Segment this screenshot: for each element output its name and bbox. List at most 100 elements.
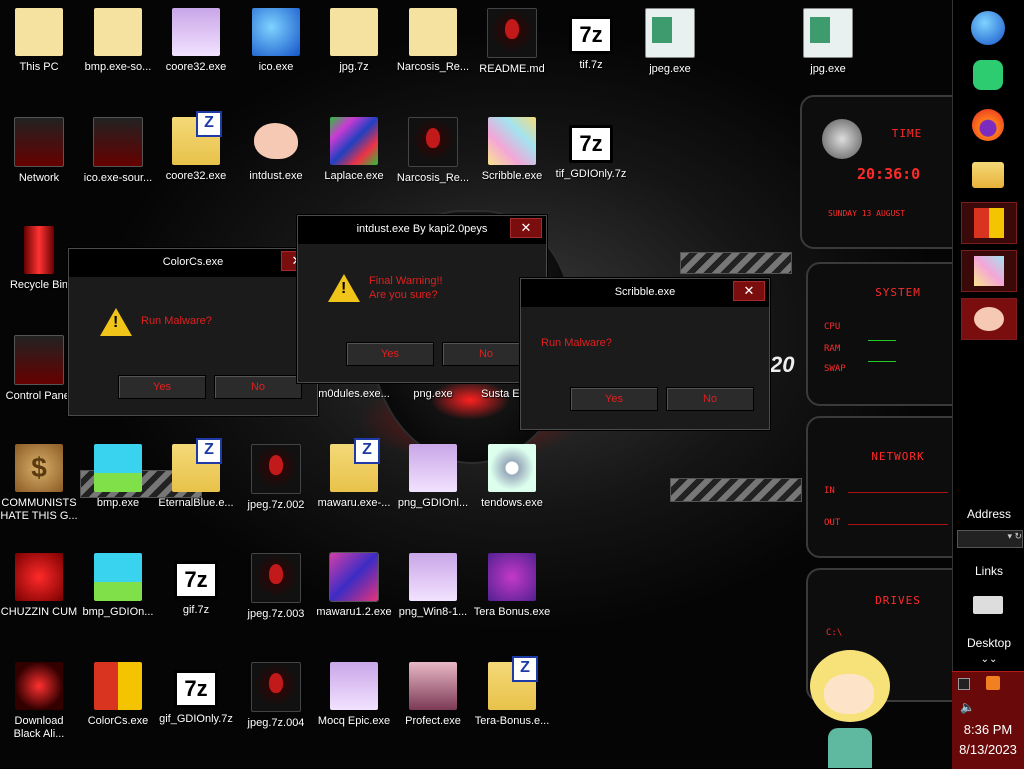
- desktop-icon[interactable]: Recycle Bin: [0, 222, 78, 322]
- desktop-icon[interactable]: png_Win8-1...: [394, 549, 472, 649]
- taskbar-explorer-button[interactable]: [961, 155, 1015, 195]
- desktop-icon[interactable]: 7z gif_GDIOnly.7z: [157, 658, 235, 758]
- widget-system-title: SYSTEM: [875, 286, 921, 299]
- desktop-icon[interactable]: mawaru1.2.exe: [315, 549, 393, 649]
- desktop-icon[interactable]: This PC: [0, 4, 78, 104]
- 7z-icon: 7z: [174, 670, 218, 708]
- desktop-icon[interactable]: Narcosis_Re...: [394, 113, 472, 213]
- desktop-icon[interactable]: README.md: [473, 4, 551, 104]
- desktop-icon[interactable]: Z Tera-Bonus.e...: [473, 656, 551, 758]
- desktop-icon[interactable]: tendows.exe: [473, 440, 551, 540]
- anime-icon: [330, 662, 378, 710]
- folder-icon: Z: [172, 111, 222, 165]
- scribble-no-button[interactable]: No: [666, 387, 754, 411]
- desktop-icon[interactable]: Narcosis_Re...: [394, 4, 472, 104]
- zip-badge-icon: Z: [196, 438, 222, 464]
- desktop: 20 TIME 20:36:0 SUNDAY 13 AUGUST SYSTEM …: [0, 0, 952, 768]
- colorcs-yes-button[interactable]: Yes: [118, 375, 206, 399]
- desktop-icon-label: Recycle Bin: [9, 279, 69, 291]
- widget-drives-panel: DRIVES C:\: [806, 568, 952, 702]
- desktop-icon[interactable]: bmp_GDIOn...: [79, 549, 157, 649]
- widget-network-panel: NETWORK IN OUT: [806, 416, 952, 558]
- desktop-icon[interactable]: Control Panel: [0, 331, 78, 431]
- scribble-yes-button[interactable]: Yes: [570, 387, 658, 411]
- taskbar-chat-button[interactable]: [961, 55, 1015, 95]
- desktop-icon[interactable]: jpeg.7z.003: [237, 549, 315, 649]
- desktop-icon-label: Tera Bonus.exe: [473, 606, 551, 618]
- desktop-icon[interactable]: 7z gif.7z: [157, 549, 235, 649]
- desktop-icon[interactable]: jpg.exe: [789, 4, 867, 104]
- colorcs-title-bar[interactable]: ColorCs.exe ✕: [69, 249, 317, 277]
- anime-icon: [409, 444, 457, 492]
- volume-icon[interactable]: 🔈: [960, 700, 975, 714]
- desktop-icon[interactable]: Network: [0, 113, 78, 213]
- desktop-icon[interactable]: Profect.exe: [394, 658, 472, 758]
- colorcs-icon: [94, 662, 142, 710]
- desktop-icon-label: mawaru.exe-...: [317, 497, 391, 509]
- desktop-icon[interactable]: Laplace.exe: [315, 113, 393, 213]
- desktop-icon[interactable]: jpeg.7z.004: [237, 658, 315, 758]
- picture-icon: [94, 553, 142, 601]
- desktop-icon-label: coore32.exe: [165, 61, 227, 73]
- warning-icon: !: [100, 308, 132, 336]
- desktop-icon[interactable]: 7z tif_GDIOnly.7z: [552, 113, 630, 213]
- anime-icon: [409, 553, 457, 601]
- scribble-title-bar[interactable]: Scribble.exe ✕: [521, 279, 769, 307]
- taskbar-scribble-button[interactable]: [961, 250, 1017, 292]
- address-toolbar-label[interactable]: Address: [953, 507, 1024, 521]
- scribble-icon: [974, 256, 1004, 286]
- desktop-icon-label: Profect.exe: [405, 715, 461, 727]
- alien-icon: [251, 444, 301, 494]
- intdust-title-bar[interactable]: intdust.exe By kapi2.0peys ✕: [298, 216, 546, 244]
- desktop-icon[interactable]: Scribble.exe: [473, 113, 551, 213]
- clock-time[interactable]: 8:36 PM: [952, 722, 1024, 737]
- close-icon[interactable]: ✕: [510, 218, 542, 238]
- desktop-icon[interactable]: png_GDIOnl...: [394, 440, 472, 540]
- widget-drive-label: C:\: [826, 628, 843, 638]
- desktop-icon[interactable]: $ COMMUNISTS HATE THIS G...: [0, 440, 78, 540]
- desktop-toolbar-label[interactable]: Desktop: [953, 636, 1024, 650]
- address-toolbar-dropdown[interactable]: ▾ ↻: [957, 530, 1023, 548]
- desktop-icon[interactable]: Download Black Ali...: [0, 658, 78, 758]
- desktop-icon[interactable]: bmp.exe: [79, 440, 157, 540]
- tray-app-icon[interactable]: [986, 676, 1000, 690]
- clock-date[interactable]: 8/13/2023: [952, 742, 1024, 757]
- links-toolbar-label[interactable]: Links: [953, 564, 1024, 578]
- desktop-icon[interactable]: Zcoore32.exe: [157, 111, 235, 213]
- desktop-icon[interactable]: coore32.exe: [157, 4, 235, 104]
- taskbar-intdust-button[interactable]: [961, 298, 1017, 340]
- desktop-icon-label: Network: [18, 172, 60, 184]
- desktop-icon-label: ico.exe: [258, 61, 294, 73]
- desktop-icon[interactable]: ColorCs.exe: [79, 658, 157, 758]
- keyboard-icon[interactable]: [973, 596, 1003, 614]
- tray-expand-icon[interactable]: [958, 678, 970, 690]
- wallpaper-number: 20: [770, 352, 795, 377]
- widget-cpu-label: CPU: [824, 322, 841, 332]
- intdust-no-button[interactable]: No: [442, 342, 530, 366]
- widget-ram-label: RAM: [824, 344, 841, 354]
- desktop-icon[interactable]: Z EternalBlue.e...: [157, 438, 235, 540]
- desktop-icon[interactable]: Mocq Epic.exe: [315, 658, 393, 758]
- taskbar-firefox-button[interactable]: [961, 105, 1015, 145]
- globe-icon: [971, 11, 1005, 45]
- desktop-icon[interactable]: ico.exe: [237, 4, 315, 104]
- colorcs-no-button[interactable]: No: [214, 375, 302, 399]
- desktop-icon[interactable]: jpg.7z: [315, 4, 393, 104]
- taskbar-colorcs-button[interactable]: [961, 202, 1017, 244]
- desktop-icon[interactable]: Zmawaru.exe-...: [315, 438, 393, 540]
- anime-icon: [172, 8, 220, 56]
- intdust-yes-button[interactable]: Yes: [346, 342, 434, 366]
- widget-out-label: OUT: [824, 518, 841, 528]
- desktop-icon[interactable]: CHUZZIN CUM: [0, 549, 78, 649]
- desktop-icon[interactable]: ico.exe-sour...: [79, 113, 157, 213]
- close-icon[interactable]: ✕: [733, 281, 765, 301]
- desktop-icon[interactable]: jpeg.exe: [631, 4, 709, 104]
- desktop-icon[interactable]: bmp.exe-so...: [79, 4, 157, 104]
- desktop-icon[interactable]: intdust.exe: [237, 113, 315, 213]
- taskbar-globe-button[interactable]: [961, 8, 1015, 48]
- chevron-down-icon[interactable]: ⌄⌄: [953, 654, 1024, 665]
- desktop-icon[interactable]: Tera Bonus.exe: [473, 549, 551, 649]
- desktop-icon[interactable]: 7z tif.7z: [552, 4, 630, 104]
- desktop-icon[interactable]: jpeg.7z.002: [237, 440, 315, 540]
- face-icon: [409, 8, 457, 56]
